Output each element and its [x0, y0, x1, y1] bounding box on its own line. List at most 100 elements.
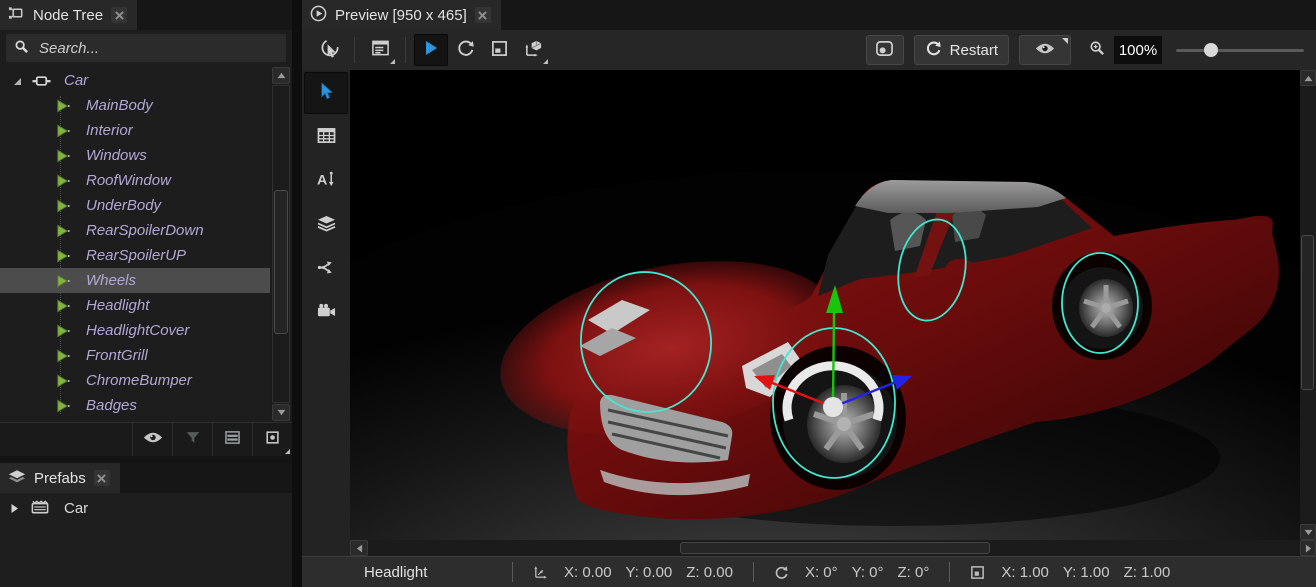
node-tree-scrollbar — [270, 66, 292, 422]
scroll-thumb[interactable] — [274, 190, 288, 334]
scroll-down-button[interactable] — [272, 404, 290, 421]
tab-prefabs[interactable]: Prefabs — [0, 463, 120, 493]
prefabs-list: Car — [0, 493, 292, 587]
tree-item-label: RoofWindow — [86, 172, 171, 189]
tab-node-tree[interactable]: Node Tree — [0, 0, 137, 30]
dock-splitter[interactable] — [292, 0, 302, 587]
tree-item[interactable]: UnderBody — [0, 193, 270, 218]
position-x: X: 0.00 — [564, 564, 612, 581]
frame-target-icon — [265, 430, 281, 449]
branch-icon — [317, 259, 336, 280]
scroll-down-button[interactable] — [1300, 524, 1316, 540]
side-mirror — [946, 259, 974, 275]
node-tree-footer-toolbar — [0, 422, 292, 456]
text-animation-button[interactable]: A — [304, 160, 348, 202]
scroll-right-button[interactable] — [1300, 540, 1316, 556]
node-tree-list: Car MainBody Interior Windows RoofWindow… — [0, 66, 270, 422]
grid-view-button[interactable] — [212, 423, 252, 456]
preview-tabstrip: Preview [950 x 465] — [302, 0, 1316, 30]
play-circle-icon — [310, 5, 327, 26]
layers-icon — [317, 215, 336, 236]
expander-expanded-icon[interactable] — [12, 76, 24, 86]
close-icon[interactable] — [111, 7, 127, 23]
panel-dock-button[interactable] — [363, 34, 397, 66]
tree-item[interactable]: FrontGrill — [0, 343, 270, 368]
mesh-node-icon — [54, 273, 74, 289]
tree-item-label: Headlight — [86, 297, 149, 314]
preview-content: A — [302, 70, 1316, 556]
gizmo-y-axis[interactable] — [833, 312, 834, 407]
tab-preview[interactable]: Preview [950 x 465] — [302, 0, 501, 30]
rotation-readout: X: 0° Y: 0° Z: 0° — [768, 564, 935, 581]
rotation-y: Y: 0° — [852, 564, 884, 581]
reset-view-button[interactable] — [448, 34, 482, 66]
pick-tool-button[interactable] — [312, 34, 346, 66]
play-mode-button[interactable] — [414, 34, 448, 66]
scroll-thumb[interactable] — [680, 542, 990, 554]
tree-item[interactable]: Headlight — [0, 293, 270, 318]
restart-button[interactable]: Restart — [914, 35, 1009, 65]
filter-button[interactable] — [172, 423, 212, 456]
preview-statusbar: Headlight X: 0.00 Y: 0.00 Z: 0.00 X: 0° … — [302, 556, 1316, 587]
zoom-slider-thumb[interactable] — [1204, 43, 1218, 57]
camera-button[interactable] — [304, 292, 348, 334]
tree-item[interactable]: RoofWindow — [0, 168, 270, 193]
frame-selection-button[interactable] — [252, 423, 292, 456]
rotation-x: X: 0° — [805, 564, 838, 581]
scroll-left-button[interactable] — [350, 540, 368, 556]
zoom-value[interactable]: 100% — [1114, 36, 1162, 64]
tree-item[interactable]: Interior — [0, 118, 270, 143]
scroll-thumb[interactable] — [1301, 235, 1314, 390]
prefabs-tab-title: Prefabs — [34, 470, 86, 487]
select-tool-button[interactable] — [304, 72, 348, 114]
rear-wheel[interactable] — [1052, 252, 1152, 360]
tree-item[interactable]: ChromeBumper — [0, 368, 270, 393]
restart-icon — [925, 40, 942, 61]
play-arrow-icon — [422, 39, 440, 61]
table-view-button[interactable] — [304, 116, 348, 158]
tree-item[interactable]: RearSpoilerUP — [0, 243, 270, 268]
tree-item[interactable]: MainBody — [0, 93, 270, 118]
panel-divider — [0, 456, 292, 463]
prefab-item-car[interactable]: Car — [0, 493, 292, 523]
scroll-up-button[interactable] — [1300, 70, 1316, 86]
close-icon[interactable] — [475, 7, 491, 23]
visibility-options-button[interactable] — [1019, 35, 1071, 65]
tree-item[interactable]: HeadlightCover — [0, 318, 270, 343]
scroll-track[interactable] — [272, 85, 290, 403]
preview-viewport[interactable] — [350, 70, 1300, 540]
close-icon[interactable] — [94, 470, 110, 486]
tree-item-car-root[interactable]: Car — [0, 68, 270, 93]
gizmo-center-handle[interactable] — [823, 397, 843, 417]
rotation-z: Z: 0° — [898, 564, 930, 581]
tree-item-selected[interactable]: Wheels — [0, 268, 270, 293]
tree-item[interactable]: RearSpoilerDown — [0, 218, 270, 243]
expander-collapsed-icon[interactable] — [10, 503, 22, 514]
scale-y: Y: 1.00 — [1063, 564, 1110, 581]
connections-button[interactable] — [304, 248, 348, 290]
fit-frame-button[interactable] — [482, 34, 516, 66]
prefab-item-label: Car — [64, 500, 88, 517]
layers-button[interactable] — [304, 204, 348, 246]
tree-item[interactable]: Badges — [0, 393, 270, 418]
position-readout: X: 0.00 Y: 0.00 Z: 0.00 — [527, 564, 739, 581]
tree-item-label: RearSpoilerUP — [86, 247, 186, 264]
scroll-up-button[interactable] — [272, 67, 290, 84]
selected-node-name: Headlight — [364, 564, 498, 581]
preview-toolbar: Restart 100% — [302, 30, 1316, 70]
3d-scene[interactable] — [350, 70, 1300, 540]
dropdown-corner-icon — [285, 449, 290, 454]
preview-panel: Preview [950 x 465] — [302, 0, 1316, 587]
tree-item[interactable]: Windows — [0, 143, 270, 168]
vertical-scrollbar[interactable] — [1300, 70, 1316, 556]
zoom-slider[interactable] — [1176, 36, 1304, 64]
horizontal-scrollbar[interactable] — [350, 540, 1300, 556]
search-input[interactable] — [37, 39, 278, 58]
scroll-track[interactable] — [1300, 86, 1316, 524]
visibility-toggle-button[interactable] — [132, 423, 172, 456]
snapshot-button[interactable] — [866, 35, 904, 65]
zoom-slider-track[interactable] — [1176, 49, 1304, 52]
view-3d-button[interactable] — [516, 34, 550, 66]
camera-icon — [317, 303, 336, 323]
scale-z: Z: 1.00 — [1124, 564, 1171, 581]
